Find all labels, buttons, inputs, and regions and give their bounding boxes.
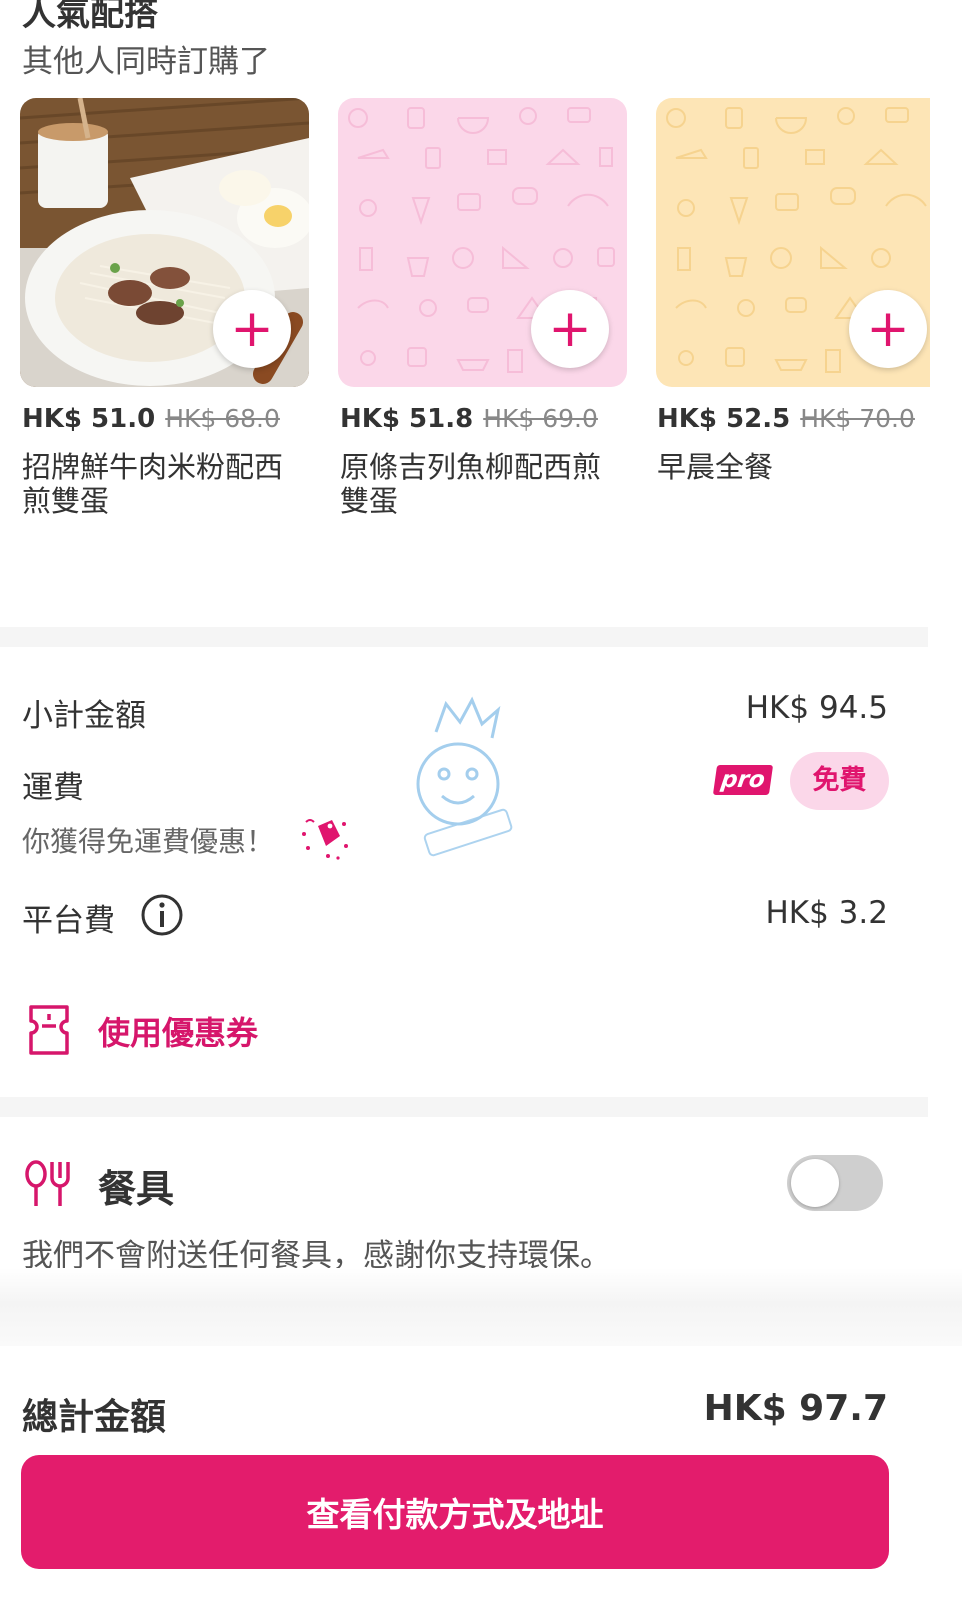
item-name[interactable]: 早晨全餐 <box>657 450 937 484</box>
cutlery-icon <box>24 1160 74 1208</box>
subtotal-label: 小計金額 <box>22 698 146 734</box>
item-price-row: HK$ 51.8 HK$ 69.0 <box>340 404 598 434</box>
platform-fee-label: 平台費 <box>22 903 115 939</box>
item-card-image[interactable]: + <box>20 98 309 387</box>
delivery-fee-label: 運費 <box>22 770 84 806</box>
cutlery-toggle[interactable] <box>787 1155 883 1211</box>
section-divider <box>0 627 928 647</box>
subtotal-value: HK$ 94.5 <box>745 690 888 726</box>
item-original-price: HK$ 68.0 <box>165 404 280 433</box>
item-card-placeholder[interactable]: + <box>338 98 627 387</box>
section-title: 人氣配搭 <box>22 0 158 34</box>
party-tag-icon <box>300 812 350 862</box>
plus-icon: + <box>230 299 274 359</box>
view-payment-address-button[interactable]: 查看付款方式及地址 <box>21 1455 889 1569</box>
total-value: HK$ 97.7 <box>703 1388 888 1429</box>
section-divider <box>0 1268 962 1346</box>
add-item-button[interactable]: + <box>213 290 291 368</box>
add-item-button[interactable]: + <box>849 290 927 368</box>
item-price: HK$ 51.0 <box>22 404 156 434</box>
section-divider <box>0 1097 928 1117</box>
pro-badge: pro <box>712 765 774 795</box>
delivery-free-badge: 免費 <box>790 752 889 810</box>
item-price: HK$ 51.8 <box>340 404 474 434</box>
plus-icon: + <box>548 299 592 359</box>
total-label: 總計金額 <box>22 1397 167 1438</box>
item-name[interactable]: 招牌鮮牛肉米粉配西煎雙蛋 <box>22 450 302 518</box>
use-voucher-button[interactable]: 使用優惠券 <box>98 1008 258 1054</box>
plus-icon: + <box>866 299 910 359</box>
item-original-price: HK$ 69.0 <box>483 404 598 433</box>
cutlery-title: 餐具 <box>98 1167 175 1211</box>
item-price-row: HK$ 51.0 HK$ 68.0 <box>22 404 280 434</box>
voucher-icon[interactable] <box>28 1004 70 1056</box>
item-card-placeholder[interactable]: + <box>656 98 930 387</box>
item-price: HK$ 52.5 <box>657 404 791 434</box>
item-price-row: HK$ 52.5 HK$ 70.0 <box>657 404 927 434</box>
item-name[interactable]: 原條吉列魚柳配西煎雙蛋 <box>340 450 620 518</box>
section-subtitle: 其他人同時訂購了 <box>22 44 270 80</box>
info-icon[interactable] <box>140 893 184 937</box>
toggle-knob <box>791 1159 839 1207</box>
add-item-button[interactable]: + <box>531 290 609 368</box>
baby-kingdom-watermark-logo <box>398 692 538 872</box>
item-original-price: HK$ 70.0 <box>800 404 915 433</box>
delivery-discount-note: 你獲得免運費優惠！ <box>22 825 275 858</box>
platform-fee-value: HK$ 3.2 <box>765 895 888 931</box>
